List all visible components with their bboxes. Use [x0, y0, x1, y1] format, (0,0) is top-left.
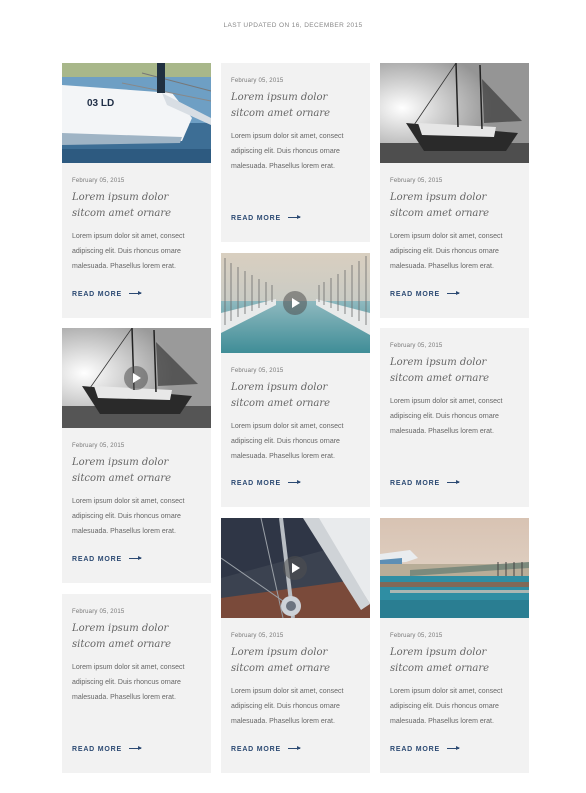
post-date: February 05, 2015 [231, 78, 284, 84]
arrow-right-icon [128, 745, 142, 750]
arrow-right-icon [287, 214, 301, 219]
arrow-right-icon [446, 745, 460, 750]
post-image-harbor[interactable] [380, 518, 529, 618]
post-excerpt: Lorem ipsum dolor sit amet, consect adip… [390, 688, 503, 725]
post-card: February 05, 2015 Lorem ipsum dolor sitc… [380, 518, 529, 773]
post-title[interactable]: Lorem ipsum dolor sitcom amet ornare [72, 190, 202, 222]
post-title[interactable]: Lorem ipsum dolor sitcom amet ornare [72, 621, 202, 653]
sailboat-stern-image: 03 LD [62, 63, 211, 163]
post-date: February 05, 2015 [390, 633, 443, 639]
read-more-label: READ MORE [390, 480, 440, 487]
post-excerpt: Lorem ipsum dolor sit amet, consect adip… [390, 233, 503, 270]
read-more-label: READ MORE [231, 746, 281, 753]
arrow-right-icon [446, 290, 460, 295]
read-more-label: READ MORE [390, 291, 440, 298]
post-card: February 05, 2015 Lorem ipsum dolor sitc… [221, 518, 370, 773]
post-excerpt: Lorem ipsum dolor sit amet, consect adip… [231, 423, 344, 460]
read-more-label: READ MORE [231, 480, 281, 487]
post-image-sailboat-bw[interactable] [380, 63, 529, 163]
arrow-right-icon [287, 479, 301, 484]
arrow-right-icon [446, 479, 460, 484]
post-title[interactable]: Lorem ipsum dolor sitcom amet ornare [231, 90, 361, 122]
post-card: February 05, 2015 Lorem ipsum dolor sitc… [62, 594, 211, 773]
post-image-sailboat-stern[interactable]: 03 LD [62, 63, 211, 163]
read-more-link[interactable]: READ MORE [72, 555, 142, 563]
post-card: February 05, 2015 Lorem ipsum dolor sitc… [62, 328, 211, 583]
arrow-right-icon [128, 555, 142, 560]
post-title[interactable]: Lorem ipsum dolor sitcom amet ornare [390, 355, 520, 387]
read-more-label: READ MORE [72, 291, 122, 298]
post-date: February 05, 2015 [72, 178, 125, 184]
post-card: February 05, 2015 Lorem ipsum dolor sitc… [221, 253, 370, 507]
post-date: February 05, 2015 [390, 343, 443, 349]
read-more-label: READ MORE [231, 215, 281, 222]
post-title[interactable]: Lorem ipsum dolor sitcom amet ornare [390, 190, 520, 222]
read-more-link[interactable]: READ MORE [72, 290, 142, 298]
svg-text:03 LD: 03 LD [87, 98, 114, 109]
post-excerpt: Lorem ipsum dolor sit amet, consect adip… [231, 688, 344, 725]
read-more-link[interactable]: READ MORE [390, 745, 460, 753]
read-more-link[interactable]: READ MORE [390, 290, 460, 298]
post-date: February 05, 2015 [231, 368, 284, 374]
last-updated-text: LAST UPDATED ON 16, DECEMBER 2015 [223, 22, 363, 29]
post-excerpt: Lorem ipsum dolor sit amet, consect adip… [72, 233, 185, 270]
read-more-link[interactable]: READ MORE [231, 745, 301, 753]
arrow-right-icon [287, 745, 301, 750]
post-video-sailboat-bw[interactable] [62, 328, 211, 428]
post-date: February 05, 2015 [231, 633, 284, 639]
read-more-link[interactable]: READ MORE [390, 479, 460, 487]
post-video-marina[interactable] [221, 253, 370, 353]
read-more-label: READ MORE [390, 746, 440, 753]
post-card: February 05, 2015 Lorem ipsum dolor sitc… [380, 63, 529, 318]
post-date: February 05, 2015 [72, 609, 125, 615]
post-title[interactable]: Lorem ipsum dolor sitcom amet ornare [72, 455, 202, 487]
sailboat-bw-photo [380, 63, 529, 163]
read-more-label: READ MORE [72, 556, 122, 563]
read-more-link[interactable]: READ MORE [231, 214, 301, 222]
post-title[interactable]: Lorem ipsum dolor sitcom amet ornare [390, 645, 520, 677]
post-title[interactable]: Lorem ipsum dolor sitcom amet ornare [231, 380, 361, 412]
play-icon[interactable] [283, 291, 307, 315]
harbor-image [380, 518, 529, 618]
post-title[interactable]: Lorem ipsum dolor sitcom amet ornare [231, 645, 361, 677]
play-icon[interactable] [124, 366, 148, 390]
post-card: February 05, 2015 Lorem ipsum dolor sitc… [380, 328, 529, 507]
arrow-right-icon [128, 290, 142, 295]
post-excerpt: Lorem ipsum dolor sit amet, consect adip… [231, 133, 344, 170]
read-more-label: READ MORE [72, 746, 122, 753]
read-more-link[interactable]: READ MORE [72, 745, 142, 753]
post-video-sail-mast[interactable] [221, 518, 370, 618]
post-excerpt: Lorem ipsum dolor sit amet, consect adip… [72, 664, 185, 701]
post-date: February 05, 2015 [390, 178, 443, 184]
read-more-link[interactable]: READ MORE [231, 479, 301, 487]
post-card: 03 LD February 05, 2015 Lorem ipsum dolo… [62, 63, 211, 318]
play-icon[interactable] [283, 556, 307, 580]
post-card: February 05, 2015 Lorem ipsum dolor sitc… [221, 63, 370, 242]
post-excerpt: Lorem ipsum dolor sit amet, consect adip… [390, 398, 503, 435]
post-excerpt: Lorem ipsum dolor sit amet, consect adip… [72, 498, 185, 535]
post-date: February 05, 2015 [72, 443, 125, 449]
